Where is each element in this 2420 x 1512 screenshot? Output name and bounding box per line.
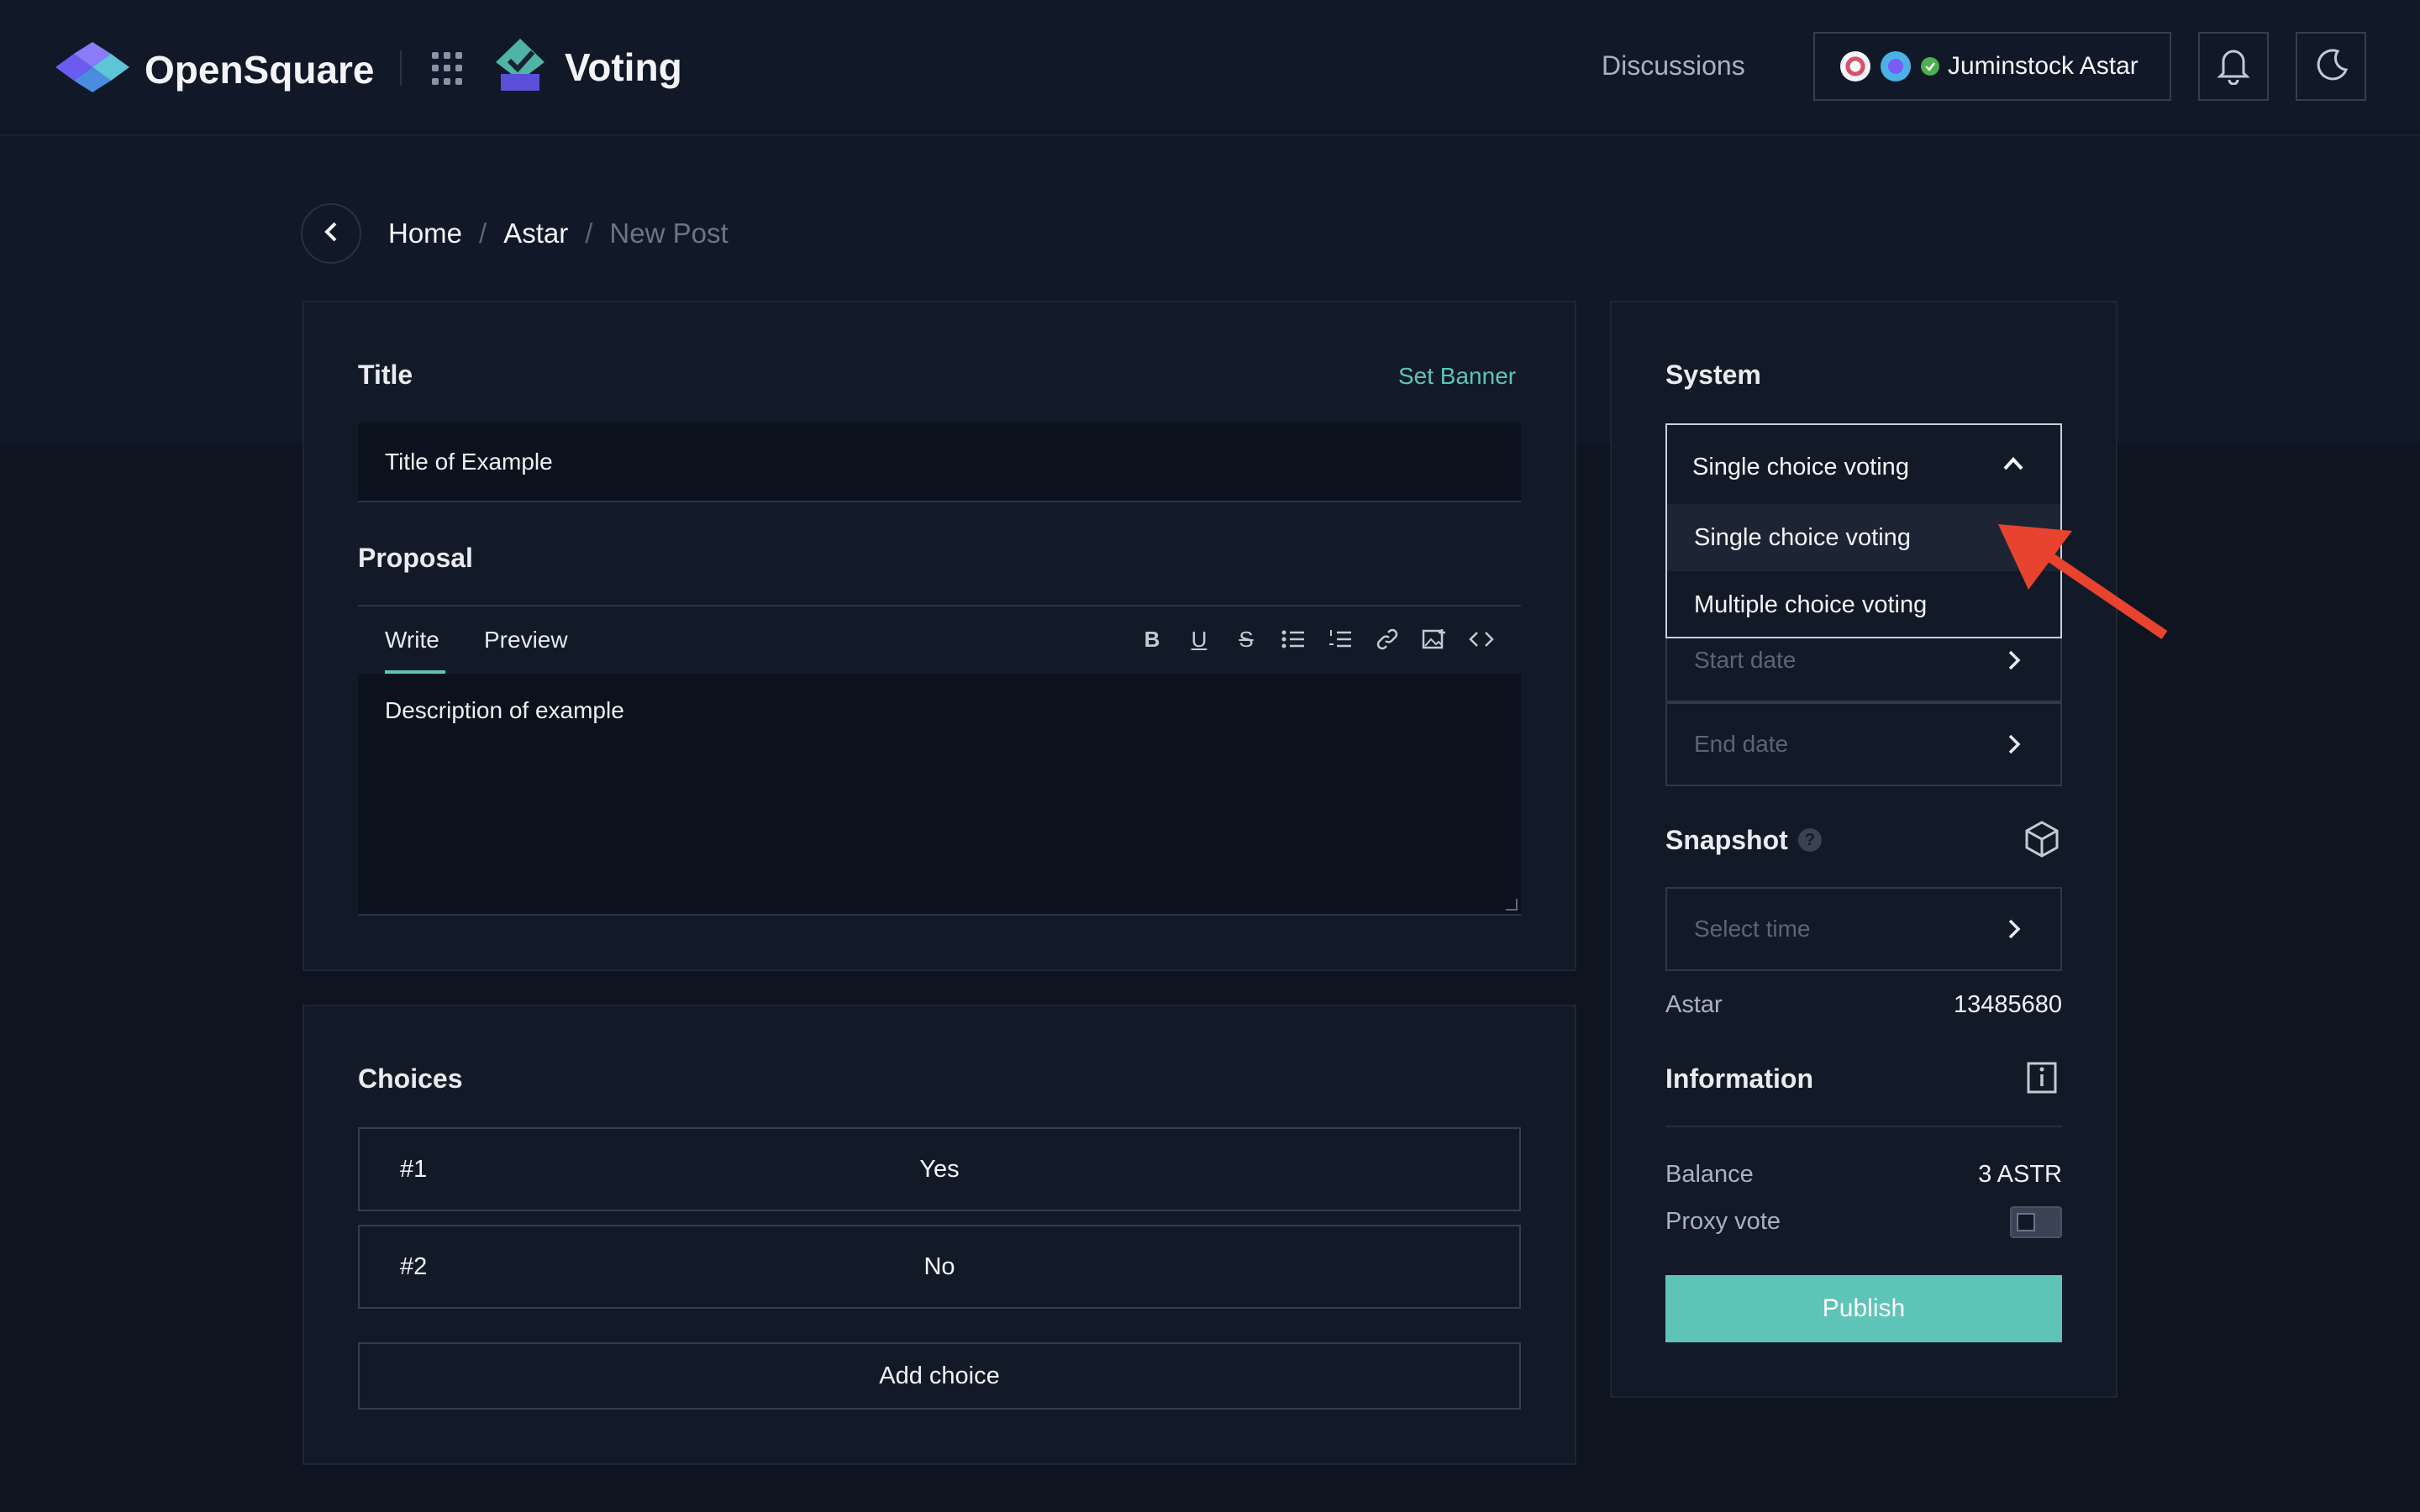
underline-icon[interactable]: U: [1185, 625, 1213, 654]
choice-number: #2: [400, 1253, 428, 1280]
publish-button[interactable]: Publish: [1665, 1275, 2062, 1342]
system-selected-value: Single choice voting: [1692, 454, 1909, 480]
numbered-list-icon[interactable]: [1326, 625, 1355, 654]
snapshot-block-number: 13485680: [1953, 991, 2062, 1018]
balance-value: 3 ASTR: [1978, 1161, 2062, 1188]
link-icon[interactable]: [1373, 625, 1402, 654]
image-icon[interactable]: [1420, 625, 1449, 654]
info-icon[interactable]: [2025, 1060, 2059, 1100]
tab-write[interactable]: Write: [385, 627, 439, 654]
choice-number: #1: [400, 1156, 428, 1183]
information-divider: [1665, 1126, 2062, 1127]
code-icon[interactable]: [1467, 625, 1496, 654]
chevron-right-icon: [2007, 732, 2022, 762]
cube-icon[interactable]: [2023, 820, 2060, 863]
breadcrumb-separator: /: [479, 218, 487, 249]
verified-check-icon: [1921, 57, 1939, 76]
annotation-arrow-icon: [1991, 519, 2171, 646]
information-label: Information: [1665, 1063, 1813, 1094]
moon-icon: [2312, 46, 2349, 87]
end-date-placeholder: End date: [1694, 731, 1789, 757]
resize-handle[interactable]: [1506, 899, 1518, 911]
account-name: Juminstock Astar: [1948, 52, 2139, 80]
add-choice-button[interactable]: Add choice: [358, 1342, 1521, 1410]
polkadot-icon: [1840, 51, 1870, 81]
breadcrumb-space[interactable]: Astar: [503, 218, 568, 249]
system-label: System: [1665, 360, 1761, 390]
chevron-left-icon: [322, 218, 340, 249]
bullet-list-icon[interactable]: [1279, 625, 1307, 654]
voting-app-link[interactable]: Voting: [492, 37, 682, 97]
breadcrumb-separator: /: [585, 218, 593, 249]
title-label: Title: [358, 360, 413, 390]
choice-row[interactable]: No #2: [358, 1225, 1521, 1309]
chevron-up-icon: [2002, 455, 2025, 476]
proposal-tabs: Write Preview B U S: [358, 605, 1521, 675]
theme-toggle-button[interactable]: [2296, 32, 2366, 101]
app-name: Voting: [565, 45, 682, 89]
set-banner-link[interactable]: Set Banner: [1398, 363, 1516, 390]
back-button[interactable]: [301, 203, 361, 264]
balance-label: Balance: [1665, 1161, 1754, 1188]
proxy-vote-label: Proxy vote: [1665, 1208, 1781, 1235]
bold-icon[interactable]: B: [1138, 625, 1166, 654]
title-input[interactable]: Title of Example: [358, 423, 1521, 502]
choice-row[interactable]: Yes #1: [358, 1127, 1521, 1211]
end-date-field[interactable]: End date: [1665, 702, 2062, 786]
snapshot-time-field[interactable]: Select time: [1665, 887, 2062, 971]
breadcrumb-home[interactable]: Home: [388, 218, 462, 249]
breadcrumb-current: New Post: [609, 218, 729, 249]
proxy-vote-toggle[interactable]: [2010, 1206, 2062, 1238]
description-text: Description of example: [385, 697, 624, 723]
snapshot-time-placeholder: Select time: [1694, 916, 1811, 942]
breadcrumb: Home / Astar / New Post: [301, 203, 729, 264]
strikethrough-icon[interactable]: S: [1232, 625, 1260, 654]
proposal-label: Proposal: [358, 543, 473, 573]
notifications-button[interactable]: [2198, 32, 2269, 101]
bell-icon: [2215, 45, 2252, 89]
tab-preview[interactable]: Preview: [484, 627, 568, 654]
proposal-description-textarea[interactable]: Description of example: [358, 674, 1521, 916]
network-icon: [1881, 51, 1911, 81]
start-date-placeholder: Start date: [1694, 647, 1797, 673]
choices-label: Choices: [358, 1063, 463, 1094]
header-divider: [400, 50, 402, 86]
choice-value: No: [923, 1253, 955, 1280]
toggle-knob: [2017, 1213, 2035, 1231]
choice-value: Yes: [919, 1156, 960, 1183]
help-icon[interactable]: ?: [1798, 828, 1822, 852]
snapshot-network: Astar: [1665, 991, 1723, 1018]
apps-grid-icon[interactable]: [432, 52, 466, 86]
opensquare-logo-icon: [55, 42, 129, 97]
chevron-right-icon: [2007, 917, 2022, 947]
editor-toolbar: B U S: [1138, 625, 1496, 654]
chevron-right-icon: [2007, 648, 2022, 678]
snapshot-label: Snapshot: [1665, 825, 1788, 855]
voting-logo-icon: [492, 37, 548, 97]
opensquare-home-link[interactable]: OpenSquare: [55, 42, 375, 97]
nav-discussions-link[interactable]: Discussions: [1602, 50, 1745, 81]
brand-name: OpenSquare: [145, 47, 375, 92]
account-button[interactable]: Juminstock Astar: [1813, 32, 2171, 101]
